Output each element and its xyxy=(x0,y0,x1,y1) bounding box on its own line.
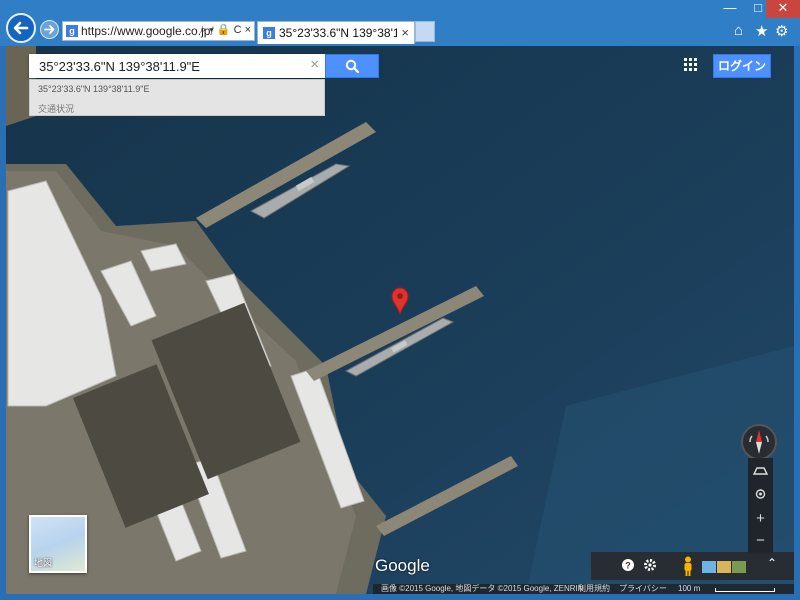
compass-icon xyxy=(749,430,769,454)
favorites-icon[interactable]: ★ xyxy=(755,22,768,40)
terms-link[interactable]: 利用規約 xyxy=(578,584,610,594)
minimize-button[interactable]: — xyxy=(716,0,744,18)
zoom-in-button[interactable]: + xyxy=(748,508,773,530)
url-host: https://www.google.co.jp xyxy=(81,24,211,38)
forward-button[interactable] xyxy=(40,20,59,39)
tab-favicon-icon: g xyxy=(263,27,275,39)
scale-bar xyxy=(715,588,775,592)
compass-control[interactable] xyxy=(741,424,777,460)
settings-gear-icon[interactable]: ⚙ xyxy=(775,22,788,40)
google-logo: Google xyxy=(375,556,430,575)
tilt-icon[interactable] xyxy=(748,460,773,482)
clear-search-icon[interactable]: × xyxy=(310,56,319,73)
imagery-thumbnail[interactable] xyxy=(732,561,746,573)
back-button[interactable] xyxy=(6,13,36,43)
tab-close-icon[interactable]: × xyxy=(401,25,409,40)
map-viewport[interactable]: × 35°23'33.6"N 139°38'11.9"E 交通状況 ログイン 地… xyxy=(6,46,794,594)
tilt-shape-icon xyxy=(752,467,769,475)
settings-icon[interactable] xyxy=(643,558,657,575)
pegman-icon[interactable] xyxy=(682,556,694,576)
bottom-controls: ? ⌃ xyxy=(591,552,794,580)
privacy-link[interactable]: プライバシー xyxy=(619,584,667,594)
zoom-controls: + − xyxy=(748,458,773,554)
imagery-thumbnails[interactable] xyxy=(702,560,748,573)
apps-grid-icon[interactable] xyxy=(684,58,698,72)
my-location-icon xyxy=(755,489,766,499)
my-location-button[interactable] xyxy=(748,483,773,505)
svg-text:?: ? xyxy=(625,561,631,571)
imagery-thumbnail[interactable] xyxy=(717,561,731,573)
expand-icon[interactable]: ⌃ xyxy=(767,556,777,570)
search-button[interactable] xyxy=(325,54,379,78)
satellite-imagery[interactable] xyxy=(6,46,794,594)
tab-google-maps[interactable]: g 35°23'33.6"N 139°38'11.... × xyxy=(257,21,415,44)
search-icon xyxy=(345,59,360,74)
attribution-text: 画像 ©2015 Google, 地図データ ©2015 Google, ZEN… xyxy=(381,584,584,593)
site-favicon-icon: g xyxy=(66,25,78,37)
search-suggestions: 35°23'33.6"N 139°38'11.9"E 交通状況 xyxy=(29,79,325,116)
browser-chrome: g https://www.google.co.jp/ ⌕ ▾ 🔒 C × g … xyxy=(0,0,800,46)
search-input[interactable] xyxy=(29,54,299,78)
forward-arrow-icon xyxy=(44,25,55,34)
scale-label: 100 m xyxy=(678,584,701,593)
address-url[interactable]: https://www.google.co.jp/ xyxy=(81,24,214,38)
suggestion-item[interactable]: 35°23'33.6"N 139°38'11.9"E xyxy=(38,84,149,94)
back-arrow-icon xyxy=(13,21,29,35)
zoom-out-button[interactable]: − xyxy=(748,530,773,552)
search-box[interactable]: × xyxy=(29,54,325,78)
new-tab-button[interactable] xyxy=(415,21,435,42)
help-icon[interactable]: ? xyxy=(621,558,635,575)
login-button[interactable]: ログイン xyxy=(713,54,771,78)
map-type-toggle[interactable]: 地図 xyxy=(29,515,87,573)
close-window-button[interactable]: ✕ xyxy=(766,0,800,18)
address-tools[interactable]: ⌕ ▾ 🔒 C × xyxy=(200,23,251,37)
home-icon[interactable]: ⌂ xyxy=(734,22,743,39)
suggestion-item[interactable]: 交通状況 xyxy=(38,102,74,115)
map-type-label: 地図 xyxy=(34,558,53,568)
address-bar[interactable]: g https://www.google.co.jp/ ⌕ ▾ 🔒 C × xyxy=(62,21,255,41)
imagery-thumbnail[interactable] xyxy=(702,561,716,573)
tab-title: 35°23'33.6"N 139°38'11.... xyxy=(279,26,397,40)
location-pin-icon[interactable] xyxy=(391,287,409,315)
